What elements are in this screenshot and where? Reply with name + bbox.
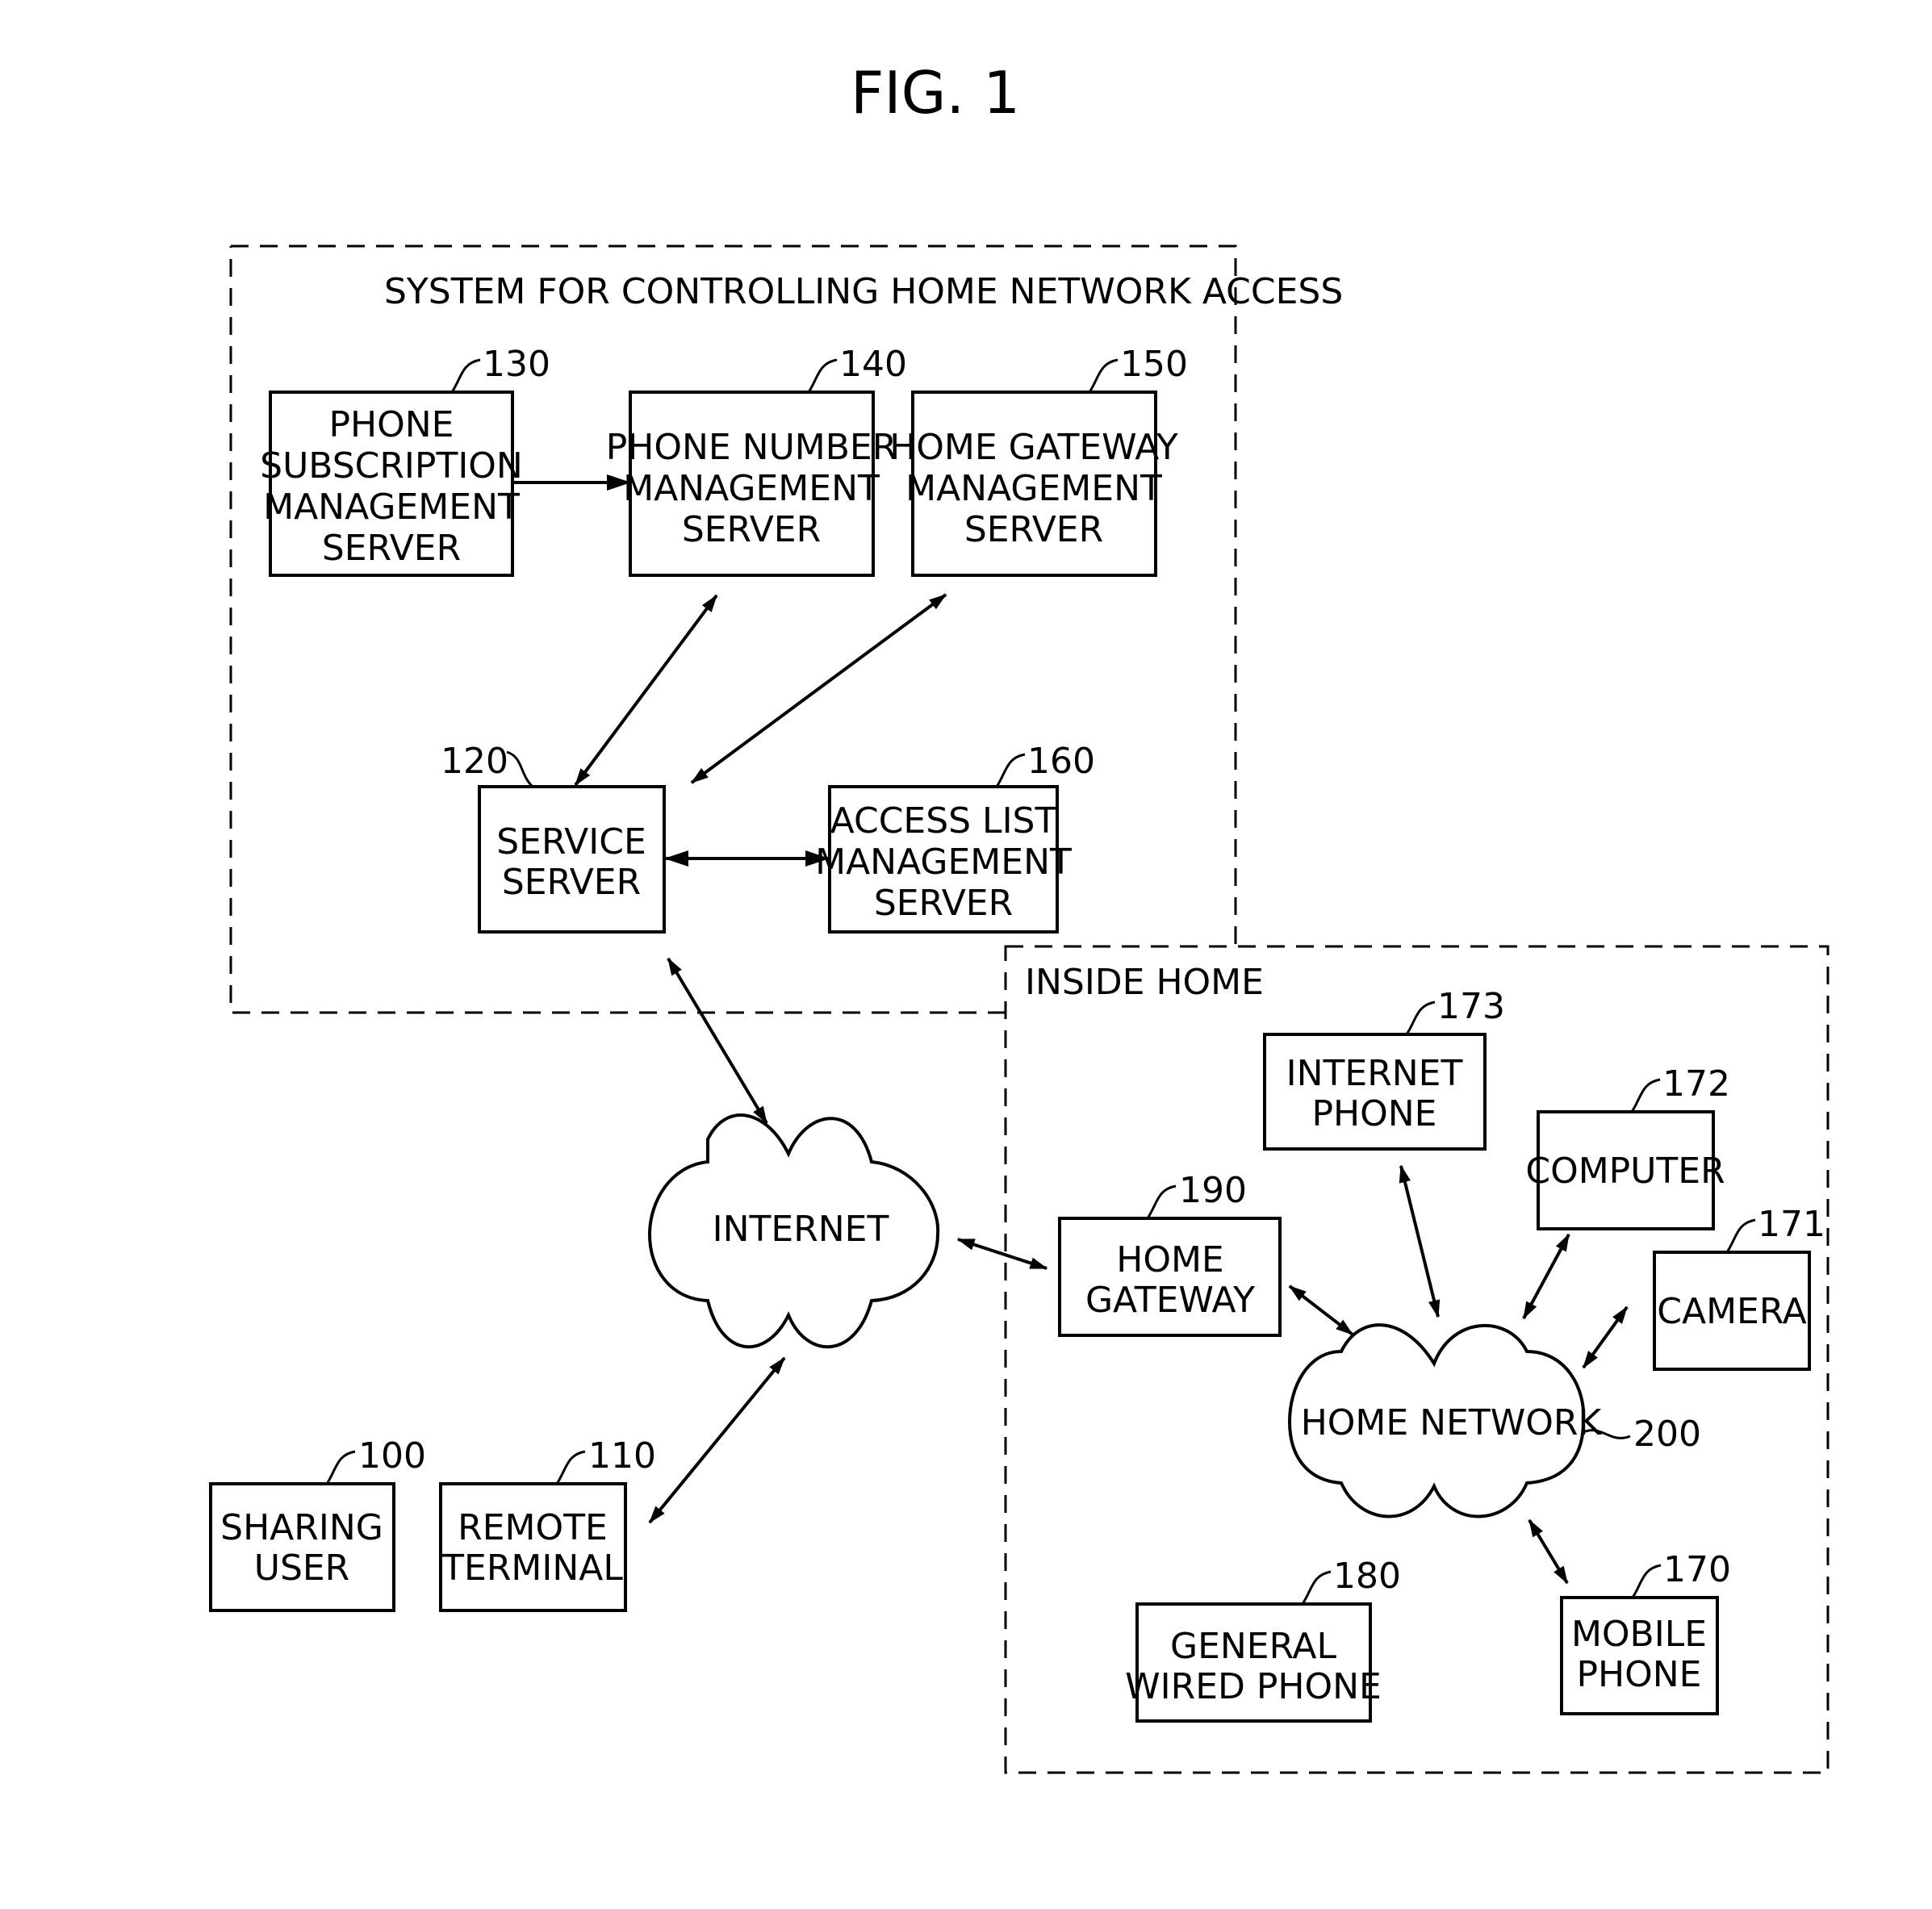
network-diagram: FIG. 1 SYSTEM FOR CONTROLLING HOME NETWO… (209, 59, 1830, 1774)
arrow-remote-internet (648, 1356, 786, 1524)
node-sharing-user[interactable]: SHARING USER 100 (209, 1435, 426, 1612)
ref-number: 120 (441, 741, 508, 782)
ref-number: 173 (1437, 986, 1505, 1027)
node-phone-subscription-server[interactable]: PHONE SUBSCRIPTION MANAGEMENT SERVER 130 (260, 344, 550, 577)
arrow-mobile-homenetwork (1528, 1518, 1569, 1585)
ref-leader (807, 358, 838, 393)
node-home-gateway-management-server[interactable]: HOME GATEWAY MANAGEMENT SERVER 150 (889, 344, 1188, 577)
node-label: INTERNET (713, 1209, 889, 1250)
arrow-internetphone-homenetwork (1399, 1164, 1441, 1318)
ref-leader (506, 750, 534, 788)
node-home-gateway[interactable]: HOME GATEWAY 190 (1058, 1170, 1282, 1337)
system-group-label: SYSTEM FOR CONTROLLING HOME NETWORK ACCE… (384, 271, 1343, 312)
ref-leader (325, 1450, 356, 1485)
node-general-wired-phone[interactable]: GENERAL WIRED PHONE 180 (1125, 1556, 1401, 1723)
arrow-camera-homenetwork (1582, 1305, 1629, 1369)
node-remote-terminal[interactable]: REMOTE TERMINAL 110 (439, 1435, 656, 1612)
ref-leader (995, 753, 1026, 787)
ref-number: 110 (588, 1435, 656, 1477)
node-label: INTERNET PHONE (1286, 1053, 1463, 1134)
node-label: CAMERA (1657, 1291, 1806, 1332)
ref-number: 172 (1662, 1063, 1730, 1105)
arrow-computer-homenetwork (1522, 1233, 1570, 1320)
figure-title: FIG. 1 (851, 59, 1020, 127)
ref-leader (1301, 1570, 1332, 1605)
arrow-homegateway-homenetwork (1288, 1285, 1354, 1336)
ref-number: 170 (1663, 1549, 1731, 1590)
node-internet[interactable]: INTERNET (647, 1113, 940, 1348)
ref-number: 160 (1027, 741, 1095, 782)
ref-leader (1725, 1218, 1756, 1253)
ref-number: 140 (839, 344, 907, 385)
ref-leader (1146, 1184, 1177, 1219)
ref-leader (1630, 1078, 1661, 1113)
arrow-service-gateway-mgmt (690, 593, 947, 784)
node-mobile-phone[interactable]: MOBILE PHONE 170 (1560, 1549, 1731, 1715)
ref-number: 200 (1633, 1414, 1701, 1455)
node-home-network[interactable]: HOME NETWORK 200 (1287, 1323, 1701, 1518)
ref-leader (450, 358, 481, 393)
ref-leader (1088, 358, 1119, 393)
ref-number: 180 (1333, 1556, 1401, 1597)
node-service-server[interactable]: SERVICE SERVER 120 (441, 741, 666, 934)
arrow-service-number (574, 594, 718, 787)
ref-number: 150 (1120, 344, 1188, 385)
node-label: COMPUTER (1525, 1151, 1725, 1192)
ref-leader (1631, 1564, 1662, 1598)
ref-number: 100 (358, 1435, 426, 1477)
node-phone-number-server[interactable]: PHONE NUMBER MANAGEMENT SERVER 140 (606, 344, 907, 577)
node-label: SERVICE SERVER (496, 821, 646, 903)
node-label: HOME NETWORK (1301, 1402, 1603, 1443)
ref-leader (555, 1450, 586, 1485)
ref-number: 130 (483, 344, 550, 385)
ref-leader (1405, 1000, 1436, 1035)
node-access-list-server[interactable]: ACCESS LIST MANAGEMENT SERVER 160 (815, 741, 1095, 934)
node-label: MOBILE PHONE (1571, 1614, 1707, 1695)
arrow-internet-homegateway (956, 1238, 1048, 1270)
node-computer[interactable]: COMPUTER 172 (1525, 1063, 1730, 1230)
home-group-label: INSIDE HOME (1025, 962, 1264, 1003)
node-label: REMOTE TERMINAL (441, 1507, 623, 1589)
node-internet-phone[interactable]: INTERNET PHONE 173 (1263, 986, 1505, 1151)
arrow-service-internet (667, 957, 768, 1125)
ref-number: 171 (1758, 1204, 1825, 1245)
ref-number: 190 (1179, 1170, 1247, 1211)
system-group-border (229, 244, 1237, 1014)
